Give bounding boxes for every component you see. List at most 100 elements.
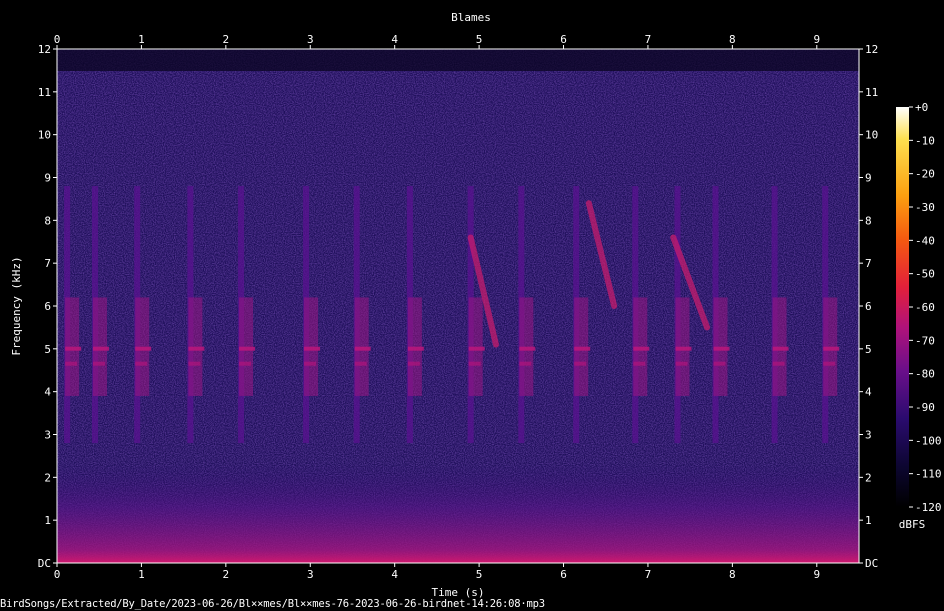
call-band-5khz	[633, 346, 650, 351]
call-band-5khz	[92, 346, 109, 351]
call-band-4khz	[92, 361, 105, 366]
colorbar-tick-label: -20	[915, 168, 935, 181]
call-band-4khz	[407, 361, 420, 366]
colorbar-ticks: +0 -10 -20 -30 -40 -50 -60 -70 -80 -90 -100 -110 -12…	[909, 101, 942, 514]
x-tick-label-top: 5	[476, 33, 483, 46]
colorbar-tick-label: -100	[915, 434, 942, 447]
x-tick-label-top: 0	[54, 33, 61, 46]
call-band-4khz	[675, 361, 688, 366]
x-tick-label-top: 1	[138, 33, 145, 46]
call-harmonic	[468, 297, 483, 396]
y-tick-label-right: 8	[865, 214, 872, 227]
call-band-4khz	[574, 361, 587, 366]
x-tick-label-bottom: 5	[476, 568, 483, 581]
file-path-footer: BirdSongs/Extracted/By_Date/2023-06-26/B…	[0, 598, 545, 610]
colorbar-tick-label: -110	[915, 468, 942, 481]
call-band-5khz	[407, 346, 424, 351]
colorbar-tick-label: -10	[915, 134, 935, 147]
call-harmonic	[304, 297, 319, 396]
colorbar-tick-label: -30	[915, 201, 935, 214]
y-tick-label-left: 3	[44, 429, 51, 442]
colorbar-tick-label: -40	[915, 234, 935, 247]
x-tick-label-bottom: 9	[813, 568, 820, 581]
call-harmonic	[135, 297, 150, 396]
x-tick-label-bottom: 0	[54, 568, 61, 581]
y-tick-label-right: DC	[865, 557, 878, 570]
spectrogram-plot-area	[57, 49, 859, 563]
low-frequency-energy-band	[57, 340, 859, 563]
call-harmonic	[823, 297, 838, 396]
y-tick-label-left: 11	[38, 86, 51, 99]
colorbar-tick-label: -80	[915, 368, 935, 381]
y-tick-label-left: 12	[38, 43, 51, 56]
call-harmonic	[574, 297, 589, 396]
call-band-5khz	[304, 346, 321, 351]
call-band-5khz	[135, 346, 152, 351]
call-band-5khz	[239, 346, 256, 351]
call-harmonic	[772, 297, 787, 396]
call-band-5khz	[354, 346, 371, 351]
colorbar-tick-label: -70	[915, 334, 935, 347]
call-band-4khz	[135, 361, 148, 366]
colorbar-tick-label: -60	[915, 301, 935, 314]
call-harmonic	[239, 297, 254, 396]
call-band-5khz	[675, 346, 692, 351]
colorbar-tick-label: +0	[915, 101, 928, 114]
y-tick-label-left: DC	[38, 557, 51, 570]
call-harmonic	[92, 297, 107, 396]
above-nyquist-band	[57, 49, 859, 71]
y-tick-label-right: 12	[865, 43, 878, 56]
x-tick-label-bottom: 1	[138, 568, 145, 581]
x-tick-label-bottom: 3	[307, 568, 314, 581]
call-harmonic	[188, 297, 203, 396]
call-band-4khz	[823, 361, 836, 366]
x-tick-label-top: 3	[307, 33, 314, 46]
call-harmonic	[354, 297, 369, 396]
y-tick-label-right: 11	[865, 86, 878, 99]
y-tick-label-left: 9	[44, 172, 51, 185]
call-harmonic	[713, 297, 728, 396]
call-band-4khz	[519, 361, 532, 366]
y-tick-label-left: 5	[44, 343, 51, 356]
call-harmonic	[407, 297, 422, 396]
x-tick-label-bottom: 6	[560, 568, 567, 581]
colorbar-tick-label: -90	[915, 401, 935, 414]
y-tick-label-right: 1	[865, 514, 872, 527]
call-band-5khz	[823, 346, 840, 351]
x-axis-top: 0 1 2 3 4 5 6 7 8 9	[54, 33, 820, 49]
spectrogram-figure: Blames 0123456789 0123456789 DC123456789…	[10, 11, 942, 599]
y-axis-label: Frequency (kHz)	[10, 256, 23, 355]
x-tick-label-top: 7	[645, 33, 652, 46]
y-tick-label-right: 3	[865, 429, 872, 442]
colorbar-tick-label: -120	[915, 501, 942, 514]
x-tick-label-top: 2	[223, 33, 230, 46]
y-tick-label-left: 7	[44, 257, 51, 270]
call-band-4khz	[354, 361, 367, 366]
y-tick-label-left: 10	[38, 129, 51, 142]
x-tick-label-bottom: 4	[391, 568, 398, 581]
y-tick-label-left: 2	[44, 471, 51, 484]
call-harmonic	[633, 297, 648, 396]
call-band-4khz	[239, 361, 252, 366]
call-band-4khz	[772, 361, 785, 366]
call-band-5khz	[65, 346, 82, 351]
y-axis-left: DC123456789101112	[38, 43, 57, 570]
call-band-4khz	[65, 361, 78, 366]
y-tick-label-right: 6	[865, 300, 872, 313]
colorbar-gradient	[896, 107, 909, 507]
x-tick-label-bottom: 8	[729, 568, 736, 581]
call-band-4khz	[468, 361, 481, 366]
call-band-5khz	[713, 346, 730, 351]
chart-title: Blames	[451, 11, 491, 24]
call-band-4khz	[713, 361, 726, 366]
call-band-5khz	[519, 346, 536, 351]
call-harmonic	[675, 297, 690, 396]
call-band-5khz	[574, 346, 591, 351]
y-tick-label-left: 6	[44, 300, 51, 313]
call-band-4khz	[304, 361, 317, 366]
colorbar: +0 -10 -20 -30 -40 -50 -60 -70 -80 -90 -100 -110 -12…	[896, 101, 942, 531]
y-tick-label-right: 4	[865, 386, 872, 399]
call-band-4khz	[633, 361, 646, 366]
x-tick-label-bottom: 7	[645, 568, 652, 581]
y-tick-label-right: 2	[865, 471, 872, 484]
